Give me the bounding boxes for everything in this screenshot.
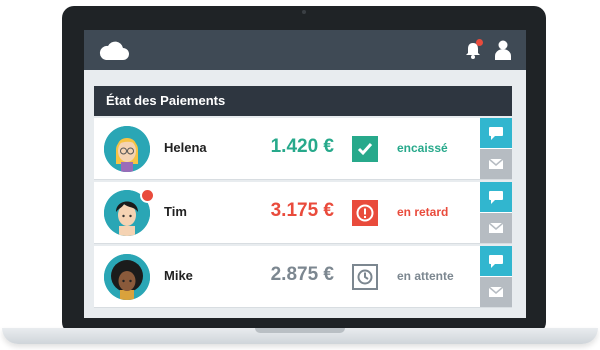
client-name: Helena [164, 140, 207, 155]
laptop-base [2, 328, 598, 344]
laptop-notch [255, 328, 345, 333]
chat-button[interactable] [480, 118, 512, 148]
client-name: Tim [164, 204, 187, 219]
payment-row: Helena 1.420 € encaissé [94, 118, 512, 180]
mail-icon [488, 222, 504, 233]
notification-badge [140, 188, 155, 203]
avatar [104, 126, 150, 172]
payment-amount: 3.175 € [270, 200, 334, 221]
status-label: en retard [397, 205, 449, 219]
chat-icon [489, 127, 503, 140]
mail-button[interactable] [480, 277, 512, 307]
app-screen: État des Paiements Helena 1.420 € encais… [84, 30, 526, 318]
panel-title: État des Paiements [94, 86, 512, 116]
top-bar [84, 30, 526, 70]
chat-button[interactable] [480, 246, 512, 276]
client-name: Mike [164, 268, 193, 283]
chat-button[interactable] [480, 182, 512, 212]
mail-icon [488, 286, 504, 297]
mail-icon [488, 158, 504, 169]
clock-icon [352, 264, 378, 290]
camera [302, 10, 306, 14]
notification-dot [476, 39, 483, 46]
avatar [104, 254, 150, 300]
status-label: en attente [397, 269, 454, 283]
status-label: encaissé [397, 141, 448, 155]
check-icon [352, 136, 378, 162]
cloud-icon [99, 41, 129, 60]
chat-icon [489, 255, 503, 268]
payment-amount: 2.875 € [270, 264, 334, 285]
payment-row: Tim 3.175 € en retard [94, 182, 512, 244]
user-icon[interactable] [494, 40, 512, 60]
payment-row: Mike 2.875 € en attente [94, 246, 512, 308]
alert-icon [352, 200, 378, 226]
mail-button[interactable] [480, 213, 512, 243]
payment-amount: 1.420 € [270, 136, 334, 157]
mail-button[interactable] [480, 149, 512, 179]
chat-icon [489, 191, 503, 204]
